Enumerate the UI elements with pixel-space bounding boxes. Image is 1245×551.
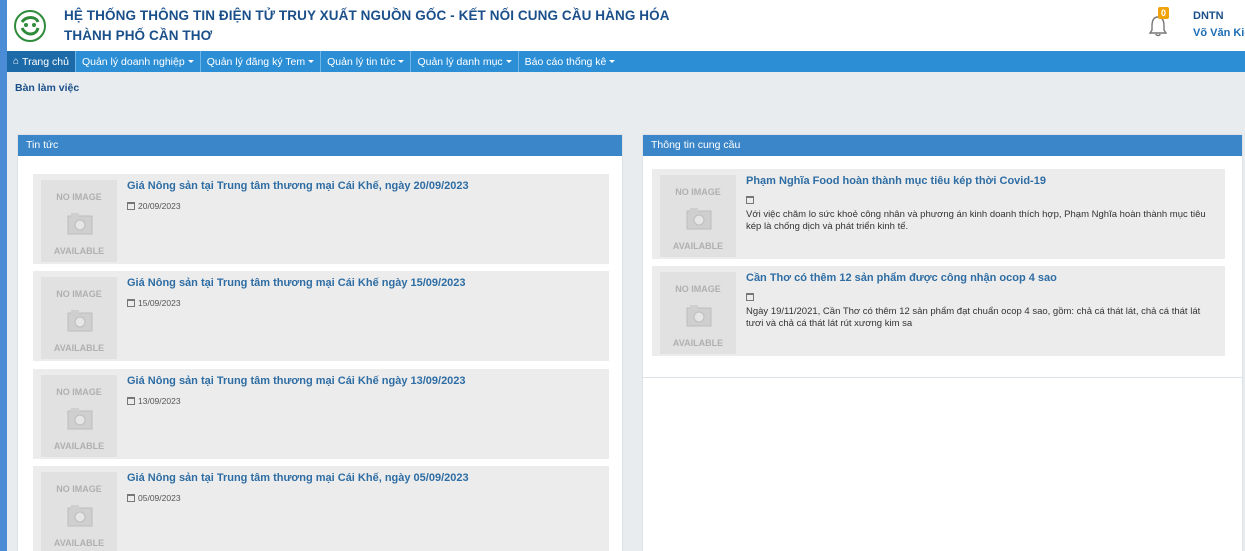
news-date: 13/09/2023	[127, 396, 181, 406]
breadcrumb-bar: Bàn làm việc	[7, 72, 1245, 102]
city-logo	[14, 10, 46, 42]
calendar-icon	[746, 196, 754, 204]
caret-down-icon	[187, 60, 194, 63]
no-image-placeholder: NO IMAGE AVAILABLE	[41, 472, 117, 551]
main-navbar: ⌂ Trang chủ Quản lý doanh nghiệp Quản lý…	[7, 51, 1245, 72]
nav-news-label: Quản lý tin tức	[327, 55, 396, 68]
notification-count-badge: 0	[1158, 7, 1169, 19]
nav-business-label: Quản lý doanh nghiệp	[81, 55, 185, 68]
thumb-text: NO IMAGE	[675, 187, 721, 197]
calendar-icon	[746, 293, 754, 301]
system-title: HỆ THỐNG THÔNG TIN ĐIỆN TỬ TRUY XUẤT NGU…	[64, 8, 670, 23]
no-image-placeholder: NO IMAGE AVAILABLE	[41, 375, 117, 457]
news-date: 15/09/2023	[127, 298, 181, 308]
supply-demand-panel: Thông tin cung cầu NO IMAGE AVAILABLE Ph…	[642, 134, 1243, 378]
supply-description: Với việc chăm lo sức khoẻ công nhân và p…	[746, 209, 1206, 232]
news-title-link[interactable]: Giá Nông sản tại Trung tâm thương mại Cá…	[127, 277, 466, 289]
photo-placeholder-icon	[67, 505, 93, 527]
photo-placeholder-icon	[67, 408, 93, 430]
news-card: NO IMAGE AVAILABLE Giá Nông sản tại Trun…	[33, 271, 609, 361]
calendar-icon	[127, 494, 135, 502]
supply-panel-title: Thông tin cung cầu	[643, 135, 1242, 156]
nav-reports[interactable]: Báo cáo thống kê	[519, 51, 622, 72]
photo-placeholder-icon	[67, 310, 93, 332]
caret-down-icon	[609, 60, 616, 63]
news-date-text: 13/09/2023	[138, 396, 181, 406]
news-date: 05/09/2023	[127, 493, 181, 503]
nav-home-label: Trang chủ	[22, 55, 69, 68]
news-card: NO IMAGE AVAILABLE Giá Nông sản tại Trun…	[33, 466, 609, 551]
thumb-text: NO IMAGE	[56, 484, 102, 494]
thumb-text: NO IMAGE	[56, 192, 102, 202]
supply-panel-spacer	[642, 378, 1243, 551]
supply-date	[746, 293, 757, 301]
city-title: THÀNH PHỐ CẦN THƠ	[64, 28, 213, 43]
calendar-icon	[127, 202, 135, 210]
user-role[interactable]: DNTN	[1193, 10, 1224, 22]
supply-date	[746, 196, 757, 204]
news-date-text: 15/09/2023	[138, 298, 181, 308]
thumb-text: AVAILABLE	[53, 538, 105, 548]
thumb-text: NO IMAGE	[675, 284, 721, 294]
nav-reports-label: Báo cáo thống kê	[524, 55, 607, 68]
news-card: NO IMAGE AVAILABLE Giá Nông sản tại Trun…	[33, 369, 609, 459]
news-card: NO IMAGE AVAILABLE Giá Nông sản tại Trun…	[33, 174, 609, 264]
thumb-text: NO IMAGE	[56, 387, 102, 397]
thumb-text: AVAILABLE	[53, 441, 105, 451]
user-name[interactable]: Võ Văn Kiệt	[1193, 27, 1245, 39]
no-image-placeholder: NO IMAGE AVAILABLE	[660, 272, 736, 354]
nav-stamp-label: Quản lý đăng ký Tem	[206, 55, 306, 68]
news-date: 20/09/2023	[127, 201, 181, 211]
news-date-text: 20/09/2023	[138, 201, 181, 211]
photo-placeholder-icon	[686, 208, 712, 230]
app-page: HỆ THỐNG THÔNG TIN ĐIỆN TỬ TRUY XUẤT NGU…	[0, 0, 1245, 551]
news-title-link[interactable]: Giá Nông sản tại Trung tâm thương mại Cá…	[127, 375, 466, 387]
photo-placeholder-icon	[67, 213, 93, 235]
nav-news-management[interactable]: Quản lý tin tức	[321, 51, 412, 72]
supply-title-link[interactable]: Phạm Nghĩa Food hoàn thành mục tiêu kép …	[746, 175, 1046, 187]
photo-placeholder-icon	[686, 305, 712, 327]
nav-stamp-registration[interactable]: Quản lý đăng ký Tem	[201, 51, 322, 72]
news-panel-title: Tin tức	[18, 135, 622, 156]
supply-description: Ngày 19/11/2021, Cần Thơ có thêm 12 sản …	[746, 306, 1201, 329]
thumb-text: AVAILABLE	[53, 246, 105, 256]
no-image-placeholder: NO IMAGE AVAILABLE	[41, 180, 117, 262]
thumb-text: AVAILABLE	[672, 241, 724, 251]
nav-category-management[interactable]: Quản lý danh mục	[411, 51, 519, 72]
caret-down-icon	[308, 60, 315, 63]
supply-card: NO IMAGE AVAILABLE Cần Thơ có thêm 12 sả…	[652, 266, 1225, 356]
breadcrumb: Bàn làm việc	[15, 82, 80, 94]
calendar-icon	[127, 299, 135, 307]
calendar-icon	[127, 397, 135, 405]
page-header: HỆ THỐNG THÔNG TIN ĐIỆN TỬ TRUY XUẤT NGU…	[7, 0, 1245, 51]
no-image-placeholder: NO IMAGE AVAILABLE	[41, 277, 117, 359]
nav-category-label: Quản lý danh mục	[417, 55, 503, 68]
news-title-link[interactable]: Giá Nông sản tại Trung tâm thương mại Cá…	[127, 180, 469, 192]
no-image-placeholder: NO IMAGE AVAILABLE	[660, 175, 736, 257]
caret-down-icon	[505, 60, 512, 63]
thumb-text: AVAILABLE	[672, 338, 724, 348]
nav-home[interactable]: ⌂ Trang chủ	[7, 51, 76, 72]
news-date-text: 05/09/2023	[138, 493, 181, 503]
thumb-text: AVAILABLE	[53, 343, 105, 353]
nav-business-management[interactable]: Quản lý doanh nghiệp	[76, 51, 201, 72]
thumb-text: NO IMAGE	[56, 289, 102, 299]
news-title-link[interactable]: Giá Nông sản tại Trung tâm thương mại Cá…	[127, 472, 469, 484]
home-icon: ⌂	[13, 56, 20, 67]
supply-title-link[interactable]: Cần Thơ có thêm 12 sản phẩm được công nh…	[746, 272, 1057, 284]
news-panel: Tin tức NO IMAGE AVAILABLE Giá Nông sản …	[17, 134, 623, 551]
caret-down-icon	[398, 60, 405, 63]
supply-card: NO IMAGE AVAILABLE Phạm Nghĩa Food hoàn …	[652, 169, 1225, 259]
